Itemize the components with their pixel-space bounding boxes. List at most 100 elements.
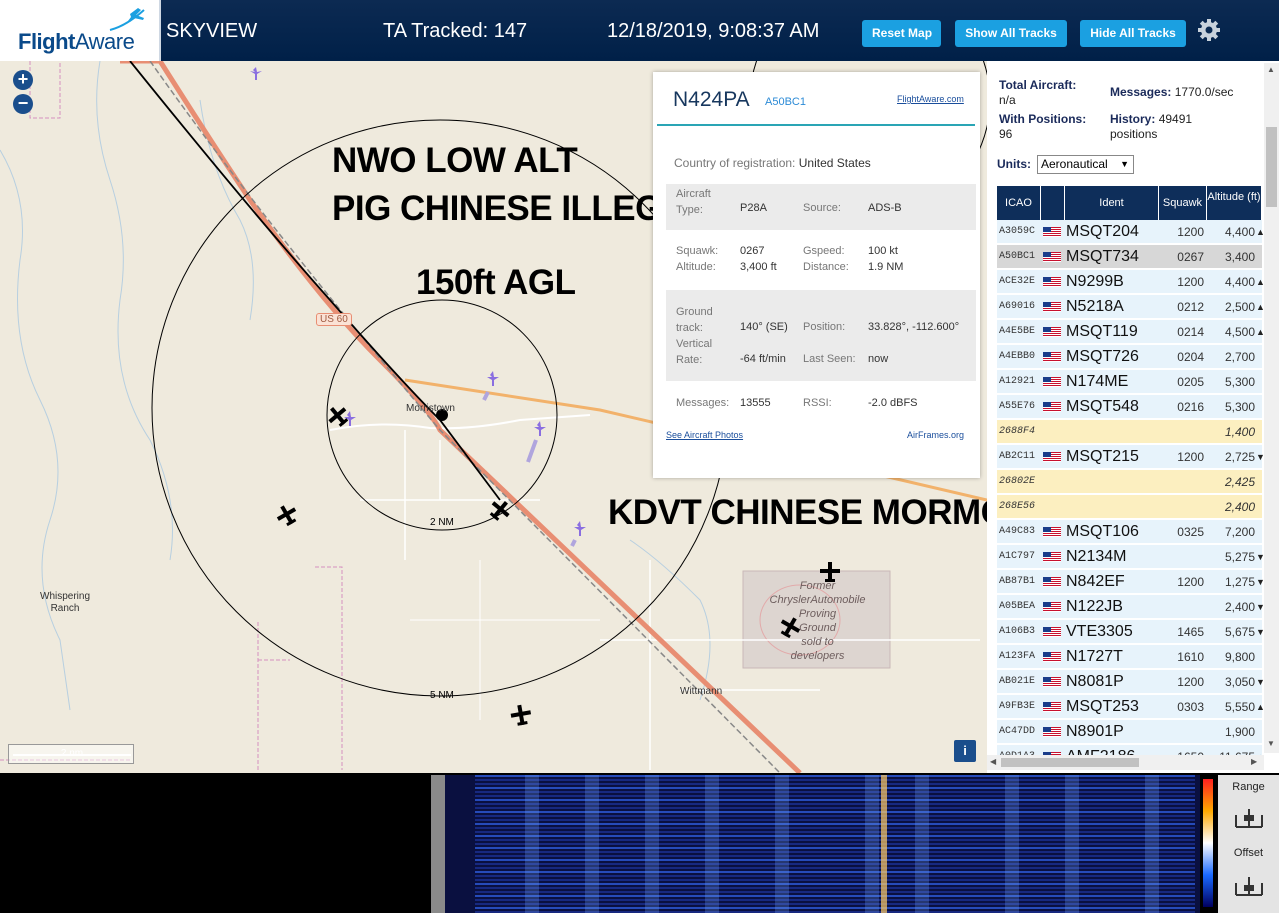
us-flag-icon (1043, 402, 1061, 412)
us-flag-icon (1043, 727, 1061, 737)
table-row[interactable]: A12921 N174ME 0205 5,300 (997, 370, 1262, 394)
zoom-out-button[interactable]: − (13, 94, 33, 114)
zoom-in-button[interactable]: + (13, 70, 33, 90)
table-row[interactable]: A106B3 VTE3305 1465 5,675 ▼ (997, 620, 1265, 644)
table-row[interactable]: A3059C MSQT204 1200 4,400 ▲ (997, 220, 1265, 244)
table-row[interactable]: A05BEA N122JB 2,400 ▼ (997, 595, 1265, 619)
messages-label: Messages: (676, 397, 730, 409)
table-row[interactable]: A50BC1 MSQT734 0267 3,400 (997, 245, 1262, 269)
row-altitude: 5,550 (1224, 700, 1255, 714)
row-icao: A106B3 (999, 626, 1036, 637)
table-vertical-scrollbar[interactable]: ▲ ▼ (1264, 63, 1279, 753)
flightaware-logo[interactable]: FlightAware (0, 0, 161, 61)
row-icao: A9FB3E (999, 701, 1036, 712)
airframes-link[interactable]: AirFrames.org (907, 430, 964, 440)
col-icao[interactable]: ICAO (997, 186, 1041, 220)
lastseen-label: Last Seen: (803, 353, 856, 365)
table-row[interactable]: A69016 N5218A 0212 2,500 ▲ (997, 295, 1265, 319)
col-ident[interactable]: Ident (1065, 186, 1159, 220)
row-ident: N9299B (1066, 273, 1124, 290)
row-squawk: 1200 (1177, 450, 1204, 464)
row-squawk: 0216 (1177, 400, 1204, 414)
table-row[interactable]: A49C83 MSQT106 0325 7,200 (997, 520, 1262, 544)
offset-slider[interactable] (1234, 873, 1264, 899)
row-altitude: 9,800 (1224, 650, 1255, 664)
row-squawk: 1610 (1177, 650, 1204, 664)
messages-value: 13555 (740, 397, 771, 409)
hide-all-tracks-button[interactable]: Hide All Tracks (1080, 20, 1186, 47)
proving-ground-label: Former ChryslerAutomobile Proving Ground… (769, 580, 866, 662)
row-icao: A50BC1 (999, 251, 1036, 262)
offset-label: Offset (1233, 847, 1264, 859)
row-ident: N8901P (1066, 723, 1124, 740)
row-altitude: 4,400 (1224, 275, 1255, 289)
table-row[interactable]: A9FB3E MSQT253 0303 5,550 ▲ (997, 695, 1265, 719)
table-row[interactable]: AB2C11 MSQT215 1200 2,725 ▼ (997, 445, 1265, 469)
table-row[interactable]: A1C797 N2134M 5,275 ▼ (997, 545, 1265, 569)
annotation-nwo: NWO LOW ALT (332, 141, 578, 180)
table-row[interactable]: ACE32E N9299B 1200 4,400 ▲ (997, 270, 1265, 294)
aircraft-type-value: P28A (740, 202, 767, 214)
us-flag-icon (1043, 527, 1061, 537)
aircraft-photos-link[interactable]: See Aircraft Photos (666, 430, 743, 440)
col-flag[interactable] (1041, 186, 1065, 220)
annotation-kdvt: KDVT CHINESE MORMONS (608, 493, 987, 532)
row-altitude: 5,300 (1224, 375, 1255, 389)
altitude-label: Altitude: (676, 261, 716, 273)
table-row[interactable]: A4EBB0 MSQT726 0204 2,700 (997, 345, 1262, 369)
row-altitude: 4,500 (1224, 325, 1255, 339)
table-row[interactable]: 268E56 2,400 (997, 495, 1262, 519)
squawk-value: 0267 (740, 245, 765, 257)
table-row[interactable]: AB87B1 N842EF 1200 1,275 ▼ (997, 570, 1265, 594)
row-ident: N5218A (1066, 298, 1124, 315)
row-squawk: 1200 (1177, 575, 1204, 589)
us-flag-icon (1043, 302, 1061, 312)
table-row[interactable]: 2688F4 1,400 (997, 420, 1262, 444)
row-ident: MSQT253 (1066, 698, 1139, 715)
row-ident: MSQT204 (1066, 223, 1139, 240)
popup-hex[interactable]: A50BC1 (765, 96, 806, 108)
table-row[interactable]: A123FA N1727T 1610 9,800 (997, 645, 1262, 669)
row-icao: A55E76 (999, 401, 1036, 412)
row-icao: A49C83 (999, 526, 1036, 537)
table-row[interactable]: 26802E 2,425 (997, 470, 1262, 494)
row-altitude: 2,425 (1224, 475, 1255, 489)
messages-stat: Messages: 1770.0/sec (1110, 85, 1234, 99)
gear-icon[interactable] (1196, 17, 1222, 43)
row-squawk (1160, 495, 1204, 519)
squawk-label: Squawk: (676, 245, 719, 257)
range-slider[interactable] (1234, 805, 1264, 831)
reset-map-button[interactable]: Reset Map (862, 20, 941, 47)
us-flag-icon (1043, 252, 1061, 262)
col-squawk[interactable]: Squawk (1159, 186, 1207, 220)
rssi-label: RSSI: (803, 397, 832, 409)
row-squawk: 0212 (1177, 300, 1204, 314)
gspeed-value: 100 kt (868, 245, 898, 257)
with-positions-value: 96 (999, 127, 1013, 141)
row-icao: AB021E (999, 676, 1036, 687)
col-altitude[interactable]: Altitude (ft) (1207, 186, 1262, 220)
annotation-pig: PIG CHINESE ILLEGAL (332, 189, 708, 228)
logo-text: FlightAware (18, 29, 135, 54)
row-ident: MSQT119 (1066, 323, 1138, 340)
row-altitude: 2,400 (1224, 600, 1255, 614)
table-row[interactable]: A55E76 MSQT548 0216 5,300 (997, 395, 1262, 419)
table-row[interactable]: A4E5BE MSQT119 0214 4,500 ▲ (997, 320, 1265, 344)
units-select[interactable]: Aeronautical ▼ (1037, 155, 1134, 174)
row-icao: A4EBB0 (999, 351, 1036, 362)
us-flag-icon (1043, 227, 1061, 237)
country-row: Country of registration: United States (674, 156, 871, 170)
row-altitude: 1,400 (1224, 425, 1255, 439)
flightaware-link[interactable]: FlightAware.com (897, 94, 964, 104)
row-squawk: 1200 (1177, 675, 1204, 689)
table-row[interactable]: AB021E N8081P 1200 3,050 ▼ (997, 670, 1265, 694)
position-value: 33.828°, -112.600° (868, 321, 960, 333)
row-ident: N8081P (1066, 673, 1124, 690)
units-label: Units: (997, 157, 1031, 171)
map-info-button[interactable]: i (954, 740, 976, 762)
table-horizontal-scrollbar[interactable]: ◀ ▶ (987, 755, 1264, 770)
table-row[interactable]: AC47DD N8901P 1,900 (997, 720, 1262, 744)
range-label: Range (1232, 781, 1265, 793)
show-all-tracks-button[interactable]: Show All Tracks (955, 20, 1067, 47)
waterfall-splitter[interactable] (431, 775, 445, 913)
